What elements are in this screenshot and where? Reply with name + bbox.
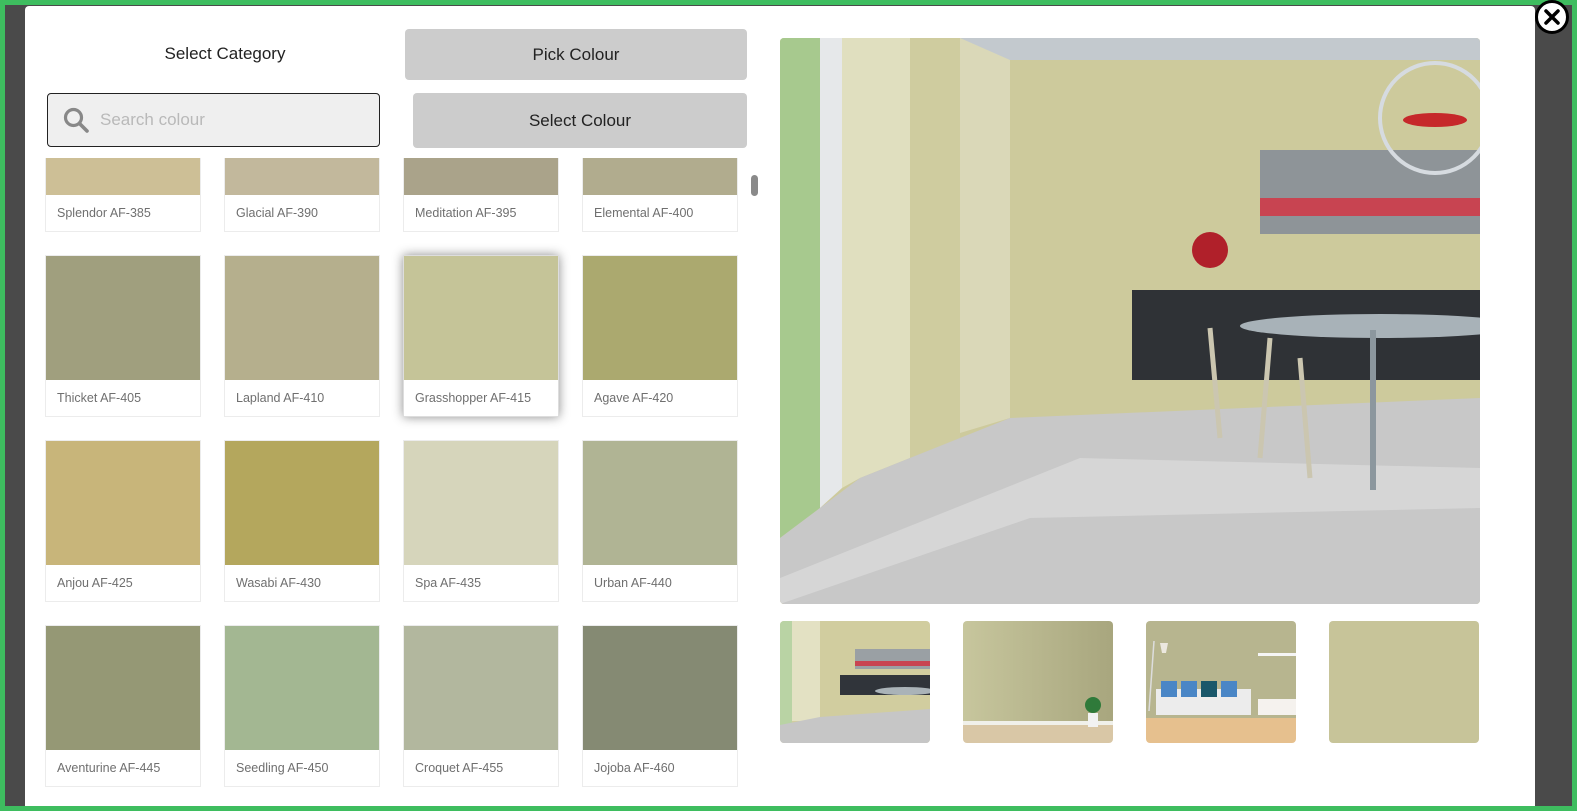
swatch-name: Glacial AF-390 [236, 206, 318, 220]
thumbnail-empty-wall[interactable] [963, 621, 1113, 743]
swatch-card[interactable]: Croquet AF-455 [403, 625, 559, 787]
swatch-name: Seedling AF-450 [236, 761, 329, 775]
swatch-colour [404, 158, 558, 195]
dining-room-thumb-image [780, 621, 930, 743]
swatch-name: Wasabi AF-430 [236, 576, 321, 590]
swatch-name: Meditation AF-395 [415, 206, 517, 220]
search-icon [63, 107, 89, 133]
thumbnail-plain-colour[interactable] [1329, 621, 1479, 743]
close-button[interactable] [1535, 0, 1569, 34]
plain-colour-thumb-image [1329, 621, 1479, 743]
swatch-card[interactable]: Jojoba AF-460 [582, 625, 738, 787]
swatch-name: Grasshopper AF-415 [415, 391, 532, 405]
swatch-grid: Splendor AF-385 Glacial AF-390 Meditation … [45, 158, 738, 787]
swatch-card[interactable]: Anjou AF-425 [45, 440, 201, 602]
swatch-name: Elemental AF-400 [594, 206, 694, 220]
swatch-name: Jojoba AF-460 [594, 761, 675, 775]
swatch-colour [583, 441, 737, 565]
thumbnail-dining-room[interactable] [780, 621, 930, 743]
painting-red-band [1260, 198, 1480, 216]
swatch-colour [404, 256, 558, 380]
swatch-name: Lapland AF-410 [236, 391, 325, 405]
flowers [1192, 232, 1228, 268]
swatch-card[interactable]: Lapland AF-410 [224, 255, 380, 417]
swatch-colour [583, 256, 737, 380]
scene-thumbnails [780, 621, 1480, 743]
select-category-label[interactable]: Select Category [47, 29, 403, 79]
swatch-card[interactable]: Urban AF-440 [582, 440, 738, 602]
swatch-colour [46, 158, 200, 195]
recess [960, 38, 1010, 433]
swatch-colour [404, 441, 558, 565]
empty-wall-thumb-image [963, 621, 1113, 743]
swatch-colour [225, 256, 379, 380]
swatch-colour [404, 626, 558, 750]
room-preview-image [780, 38, 1480, 604]
swatch-name: Agave AF-420 [594, 391, 674, 405]
colour-visualizer-modal: Select Category Pick Colour Select Colou… [25, 0, 1569, 806]
swatch-card[interactable]: Elemental AF-400 [582, 158, 738, 232]
swatch-name: Aventurine AF-445 [57, 761, 161, 775]
swatch-name: Urban AF-440 [594, 576, 672, 590]
swatch-card[interactable]: Thicket AF-405 [45, 255, 201, 417]
swatch-colour [583, 626, 737, 750]
thumbnail-living-room[interactable] [1146, 621, 1296, 743]
swatch-colour [46, 441, 200, 565]
swatch-card[interactable]: Meditation AF-395 [403, 158, 559, 232]
swatch-colour [225, 626, 379, 750]
painting [1260, 150, 1480, 234]
dining-room-scene [780, 38, 1480, 604]
swatch-card[interactable]: Agave AF-420 [582, 255, 738, 417]
swatch-colour [46, 256, 200, 380]
window-frame [820, 38, 842, 508]
swatch-card[interactable]: Aventurine AF-445 [45, 625, 201, 787]
pillar-side [910, 38, 960, 458]
swatch-colour [225, 441, 379, 565]
swatch-name: Splendor AF-385 [57, 206, 151, 220]
swatch-colour [583, 158, 737, 195]
swatch-card[interactable]: Wasabi AF-430 [224, 440, 380, 602]
close-icon [1544, 9, 1560, 25]
select-colour-button[interactable]: Select Colour [413, 93, 747, 148]
pillar-front [842, 38, 910, 488]
swatch-name: Anjou AF-425 [57, 576, 133, 590]
swatch-card[interactable]: Seedling AF-450 [224, 625, 380, 787]
swatch-name: Thicket AF-405 [57, 391, 142, 405]
swatch-list[interactable]: Splendor AF-385 Glacial AF-390 Meditation … [45, 158, 745, 806]
swatch-card[interactable]: Glacial AF-390 [224, 158, 380, 232]
swatch-colour [46, 626, 200, 750]
swatch-name: Croquet AF-455 [415, 761, 504, 775]
living-room-thumb-image [1146, 621, 1296, 743]
lamp-shade [1403, 113, 1467, 127]
swatch-card[interactable]: Splendor AF-385 [45, 158, 201, 232]
window-garden [780, 38, 820, 538]
swatch-name: Spa AF-435 [415, 576, 482, 590]
pick-colour-button[interactable]: Pick Colour [405, 29, 747, 80]
swatch-colour [225, 158, 379, 195]
table-leg [1370, 330, 1376, 490]
search-input[interactable] [100, 110, 340, 130]
search-box[interactable] [47, 93, 380, 147]
colour-panel: Select Category Pick Colour Select Colou… [25, 6, 765, 806]
swatch-list-scrollbar[interactable] [751, 175, 758, 196]
swatch-card[interactable]: Spa AF-435 [403, 440, 559, 602]
swatch-card[interactable]: Grasshopper AF-415 [403, 255, 559, 417]
